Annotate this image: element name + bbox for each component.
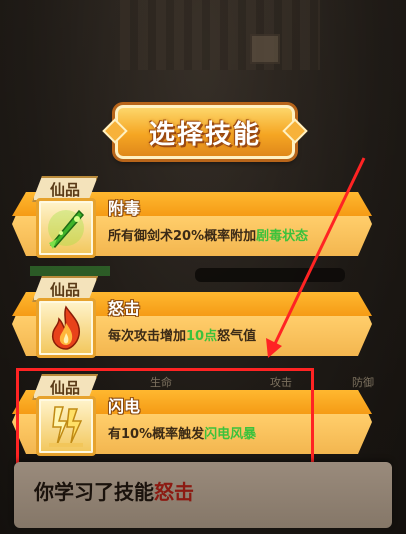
background-fence [120, 0, 320, 70]
background-health-bar [30, 266, 110, 276]
learned-skill-notice: 你学习了技能怒击 [14, 462, 392, 528]
skill-name: 怒击 [108, 299, 141, 318]
grade-label: 仙品 [49, 280, 80, 299]
game-scene: 生命 攻击 防御 选择技能 仙品 附毒 所有御剑术20%概率附加剧毒状态 仙品 [0, 0, 406, 534]
background-crate [250, 34, 280, 64]
notice-text: 你学习了技能怒击 [34, 480, 194, 504]
grade-label: 仙品 [49, 180, 80, 199]
skill-name: 附毒 [108, 199, 141, 218]
skill-card-poison[interactable]: 仙品 附毒 所有御剑术20%概率附加剧毒状态 [12, 176, 392, 258]
notice-skill-name: 怒击 [154, 480, 194, 504]
skill-card-rage[interactable]: 仙品 怒击 每次攻击增加10点怒气值 [12, 276, 392, 358]
selection-highlight-box [16, 368, 314, 466]
skill-description: 所有御剑术20%概率附加剧毒状态 [108, 229, 309, 244]
poison-sword-icon [36, 198, 96, 258]
title-banner: 选择技能 [115, 105, 295, 159]
page-title: 选择技能 [148, 119, 261, 150]
skill-description: 每次攻击增加10点怒气值 [108, 329, 257, 344]
flame-icon [36, 298, 96, 358]
